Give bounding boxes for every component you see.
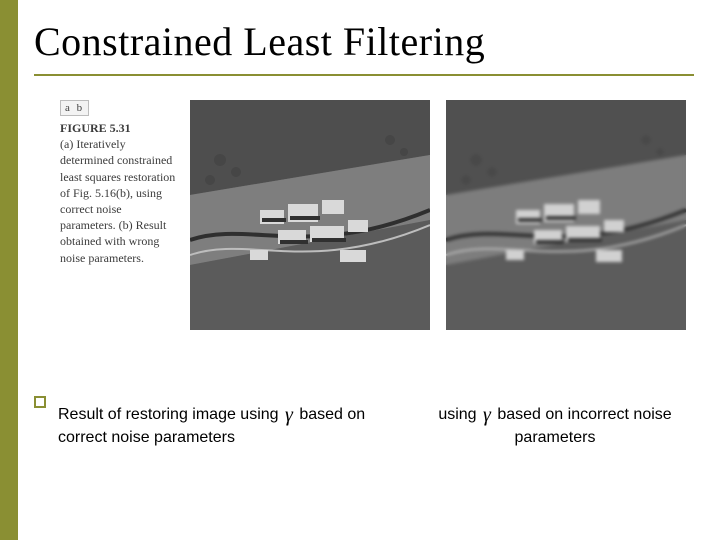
caption-correct-pre: Result of restoring image using bbox=[58, 406, 283, 423]
title-underline bbox=[34, 74, 694, 76]
figure-block: a b FIGURE 5.31 (a) Iteratively determin… bbox=[60, 100, 680, 360]
figure-caption-side: FIGURE 5.31 (a) Iteratively determined c… bbox=[60, 100, 178, 266]
gamma-symbol: γ bbox=[283, 404, 295, 426]
gamma-symbol: γ bbox=[481, 404, 493, 426]
slide-title: Constrained Least Filtering bbox=[34, 18, 485, 65]
caption-correct: Result of restoring image using γ based … bbox=[58, 400, 388, 449]
bottom-captions: Result of restoring image using γ based … bbox=[0, 392, 720, 512]
figure-number: FIGURE 5.31 bbox=[60, 120, 178, 136]
caption-incorrect: using γ based on incorrect noise paramet… bbox=[430, 400, 680, 449]
slide: Constrained Least Filtering a b FIGURE 5… bbox=[0, 0, 720, 540]
aerial-image-correct bbox=[190, 100, 430, 330]
subfigure-key: a b bbox=[60, 100, 89, 116]
caption-incorrect-post: based on incorrect noise parameters bbox=[493, 406, 672, 446]
caption-incorrect-pre: using bbox=[438, 406, 481, 423]
aerial-images-row bbox=[190, 100, 690, 330]
aerial-image-incorrect bbox=[446, 100, 686, 330]
